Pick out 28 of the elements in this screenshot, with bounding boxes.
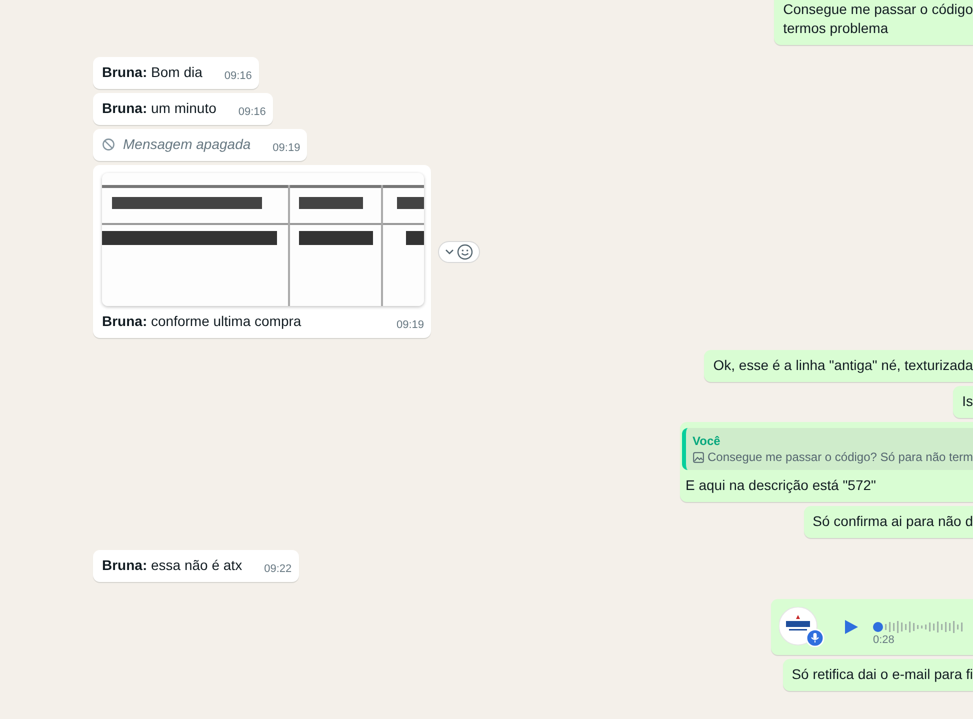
quote-author: Você	[692, 433, 722, 449]
message-time: 09:16	[238, 105, 266, 120]
smiley-icon	[457, 244, 473, 260]
message-text: Bruna: Bom dia	[102, 63, 202, 82]
quoted-message[interactable]: Você Consegue me passar o código? Só para não term	[682, 428, 973, 470]
image-caption: Bruna: conforme ultima compra	[102, 312, 302, 331]
play-button[interactable]	[843, 619, 859, 635]
message-text: Só retifica dai o e-mail para fi	[792, 665, 973, 684]
message-text: Bruna: um minuto	[102, 99, 216, 118]
blocked-icon	[102, 138, 115, 151]
chevron-down-icon	[445, 248, 454, 254]
message-text: Só confirma ai para não d	[812, 512, 973, 531]
message-actions-button[interactable]	[439, 242, 479, 262]
message-text: Is	[962, 392, 973, 411]
message-text: Consegue me passar o código termos problema	[783, 0, 973, 38]
slider-thumb[interactable]	[873, 622, 883, 632]
quote-text: Consegue me passar o código? Só para não term	[708, 449, 973, 465]
message-time: 09:19	[396, 318, 424, 333]
voice-duration: 0:28	[873, 633, 894, 648]
message-time: 09:22	[264, 562, 292, 577]
message-text: Ok, esse é a linha "antiga" né, texturizada	[713, 356, 973, 375]
message-text: Bruna: essa não é atx	[102, 556, 242, 575]
message-time: 09:16	[224, 69, 252, 84]
deleted-message-text: Mensagem apagada	[123, 135, 251, 154]
message-text: E aqui na descrição está "572"	[686, 476, 878, 495]
image-icon	[692, 452, 704, 462]
avatar-icon	[779, 607, 825, 647]
message-time: 09:19	[272, 141, 300, 156]
